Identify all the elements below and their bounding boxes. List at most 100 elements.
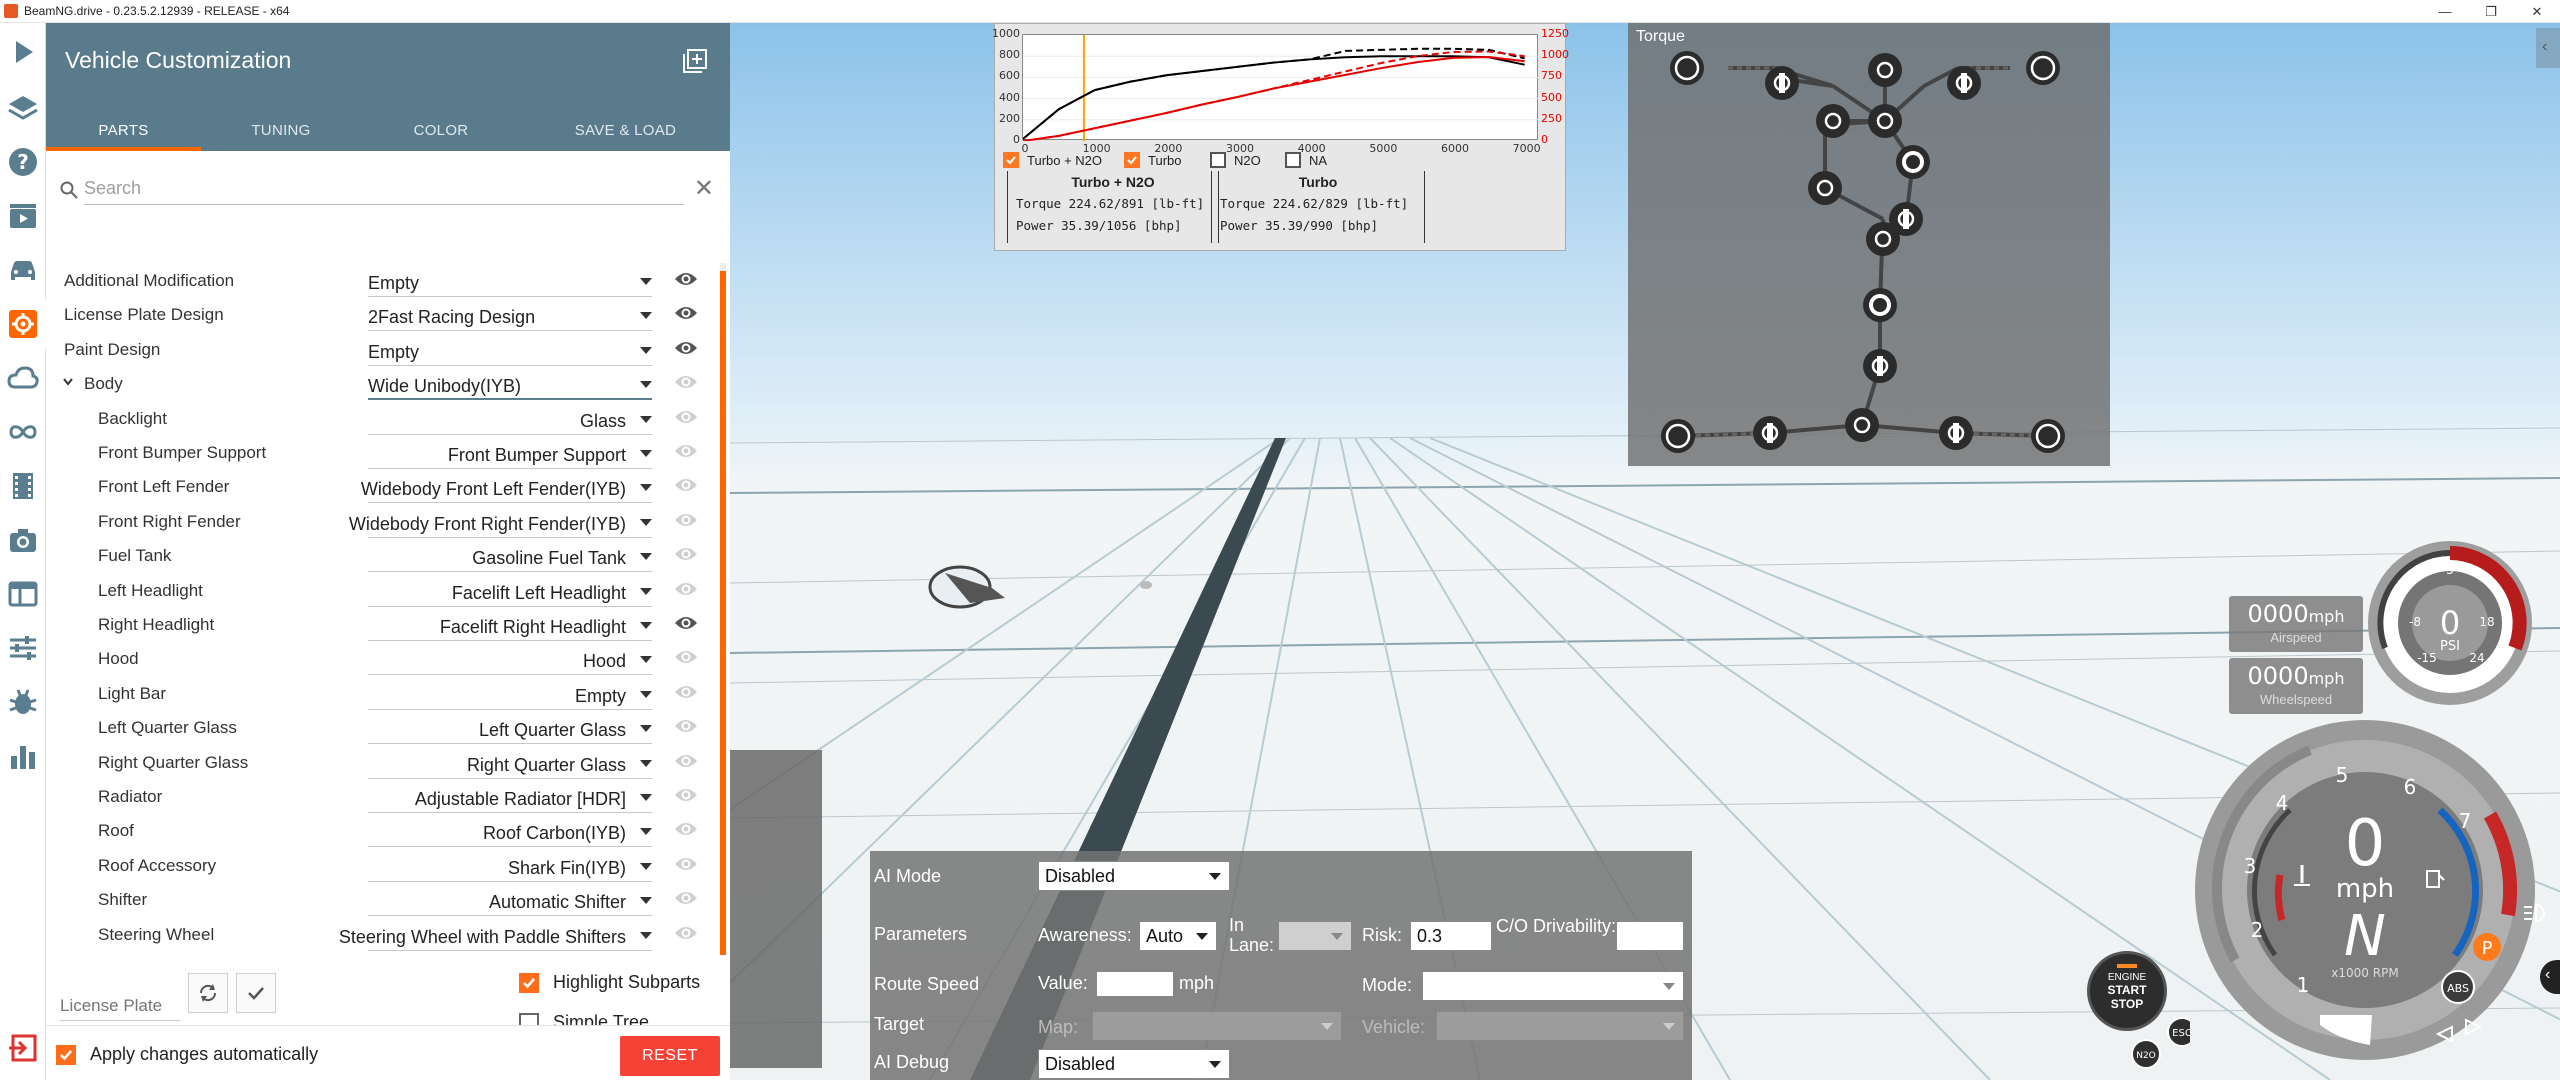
- highlight-subparts-checkbox[interactable]: [519, 972, 539, 993]
- visibility-eye-icon[interactable]: [674, 889, 698, 907]
- cloud-icon[interactable]: [0, 353, 46, 403]
- close-window-button[interactable]: ✕: [2514, 0, 2560, 23]
- ai-mode-select[interactable]: Disabled: [1038, 861, 1230, 891]
- legend-turbo-checkbox[interactable]: [1124, 152, 1140, 168]
- part-select[interactable]: Facelift Left Headlight: [368, 577, 652, 607]
- shaft-node-icon[interactable]: [1863, 349, 1897, 383]
- part-select[interactable]: Gasoline Fuel Tank: [368, 542, 652, 573]
- tree-scrollbar-thumb[interactable]: [720, 271, 726, 955]
- part-select[interactable]: Front Bumper Support: [368, 439, 652, 469]
- play-icon[interactable]: [0, 27, 46, 77]
- visibility-eye-icon[interactable]: [674, 855, 698, 873]
- part-select[interactable]: Widebody Front Left Fender(IYB): [361, 473, 652, 504]
- wheel-node-icon[interactable]: [2031, 419, 2065, 453]
- part-select[interactable]: Facelift Right Headlight: [368, 611, 652, 641]
- maximize-button[interactable]: ❐: [2468, 0, 2514, 23]
- gear-icon[interactable]: [0, 299, 46, 349]
- clutch-node-icon[interactable]: [1863, 288, 1897, 322]
- part-select[interactable]: Empty: [368, 336, 652, 366]
- tree-scrollbar[interactable]: [720, 263, 726, 955]
- tab-save-load[interactable]: SAVE & LOAD: [521, 109, 730, 151]
- part-select[interactable]: Left Quarter Glass: [368, 714, 652, 745]
- gearbox-node-icon[interactable]: [1816, 104, 1850, 138]
- right-collapse-tab[interactable]: ‹: [2536, 28, 2560, 68]
- visibility-eye-icon[interactable]: [674, 476, 698, 494]
- visibility-eye-icon[interactable]: [674, 442, 698, 460]
- diff-node-icon[interactable]: [1866, 222, 1900, 256]
- layers-icon[interactable]: [0, 83, 46, 133]
- bar-chart-icon[interactable]: [0, 731, 46, 781]
- shaft-node-icon[interactable]: [1753, 416, 1787, 450]
- part-select[interactable]: Empty: [368, 267, 652, 297]
- co-drivability-input[interactable]: [1616, 921, 1684, 951]
- visibility-eye-icon[interactable]: [674, 304, 698, 322]
- camera-icon[interactable]: [0, 515, 46, 565]
- brake-node-icon[interactable]: [1808, 171, 1842, 205]
- tab-parts[interactable]: PARTS: [46, 109, 201, 151]
- engine-start-stop-button[interactable]: ENGINE START STOP: [2087, 951, 2167, 1031]
- infinity-icon[interactable]: [0, 407, 46, 457]
- visibility-eye-icon[interactable]: [674, 339, 698, 357]
- engine-node-icon[interactable]: [1868, 53, 1902, 87]
- visibility-eye-icon[interactable]: [674, 820, 698, 838]
- wheel-node-icon[interactable]: [1670, 51, 1704, 85]
- part-select[interactable]: Automatic Shifter: [368, 886, 652, 917]
- legend-n2o-checkbox[interactable]: [1210, 152, 1226, 168]
- target-map-select[interactable]: [1092, 1011, 1342, 1041]
- in-lane-select[interactable]: [1278, 921, 1352, 951]
- part-select[interactable]: Hood: [368, 645, 652, 676]
- chevron-down-icon[interactable]: [62, 376, 74, 388]
- visibility-eye-icon[interactable]: [674, 545, 698, 563]
- apply-auto-option[interactable]: Apply changes automatically: [56, 1044, 318, 1065]
- car-icon[interactable]: [0, 245, 46, 295]
- visibility-eye-icon[interactable]: [674, 752, 698, 770]
- part-select[interactable]: Shark Fin(IYB): [368, 852, 652, 882]
- shaft-node-icon[interactable]: [1947, 66, 1981, 100]
- visibility-eye-icon[interactable]: [674, 373, 698, 391]
- window-icon[interactable]: [0, 569, 46, 619]
- part-select[interactable]: Adjustable Radiator [HDR]: [368, 783, 652, 813]
- visibility-eye-icon[interactable]: [674, 648, 698, 666]
- apply-button[interactable]: [236, 973, 276, 1013]
- film-icon[interactable]: [0, 461, 46, 511]
- visibility-eye-icon[interactable]: [674, 786, 698, 804]
- route-mode-select[interactable]: [1422, 971, 1684, 1001]
- bug-icon[interactable]: [0, 677, 46, 727]
- part-select[interactable]: Empty: [368, 680, 652, 710]
- visibility-eye-icon[interactable]: [674, 408, 698, 426]
- apply-auto-checkbox[interactable]: [56, 1044, 76, 1065]
- search-input[interactable]: [84, 173, 684, 205]
- visibility-eye-icon[interactable]: [674, 924, 698, 942]
- tab-tuning[interactable]: TUNING: [201, 109, 361, 151]
- risk-input[interactable]: 0.3: [1410, 921, 1492, 951]
- exit-icon[interactable]: [0, 1023, 46, 1073]
- clutch-node-icon[interactable]: [1896, 145, 1930, 179]
- visibility-eye-icon[interactable]: [674, 717, 698, 735]
- shaft-node-icon[interactable]: [1939, 416, 1973, 450]
- part-select[interactable]: Widebody Front Right Fender(IYB): [349, 508, 652, 538]
- license-plate-input[interactable]: [60, 991, 180, 1021]
- awareness-select[interactable]: Auto: [1139, 921, 1217, 951]
- part-select[interactable]: Wide Unibody(IYB): [368, 370, 652, 401]
- help-icon[interactable]: ?: [0, 137, 46, 187]
- ai-debug-select[interactable]: Disabled: [1038, 1049, 1230, 1079]
- part-select[interactable]: Steering Wheel with Paddle Shifters: [339, 921, 652, 951]
- visibility-eye-icon[interactable]: [674, 614, 698, 632]
- clear-search-icon[interactable]: ✕: [694, 177, 714, 201]
- minimize-button[interactable]: —: [2422, 0, 2468, 23]
- part-select[interactable]: Glass: [368, 405, 652, 435]
- part-select[interactable]: 2Fast Racing Design: [368, 301, 652, 332]
- shaft-node-icon[interactable]: [1765, 66, 1799, 100]
- visibility-eye-icon[interactable]: [674, 580, 698, 598]
- clapper-icon[interactable]: [0, 191, 46, 241]
- reset-button[interactable]: RESET: [620, 1036, 720, 1076]
- refresh-button[interactable]: [188, 973, 228, 1013]
- add-window-icon[interactable]: [682, 48, 708, 74]
- visibility-eye-icon[interactable]: [674, 270, 698, 288]
- part-select[interactable]: Roof Carbon(IYB): [368, 817, 652, 848]
- highlight-subparts-option[interactable]: Highlight Subparts: [519, 972, 700, 993]
- route-speed-input[interactable]: [1096, 971, 1174, 997]
- sliders-icon[interactable]: [0, 623, 46, 673]
- part-select[interactable]: Right Quarter Glass: [368, 749, 652, 779]
- visibility-eye-icon[interactable]: [674, 683, 698, 701]
